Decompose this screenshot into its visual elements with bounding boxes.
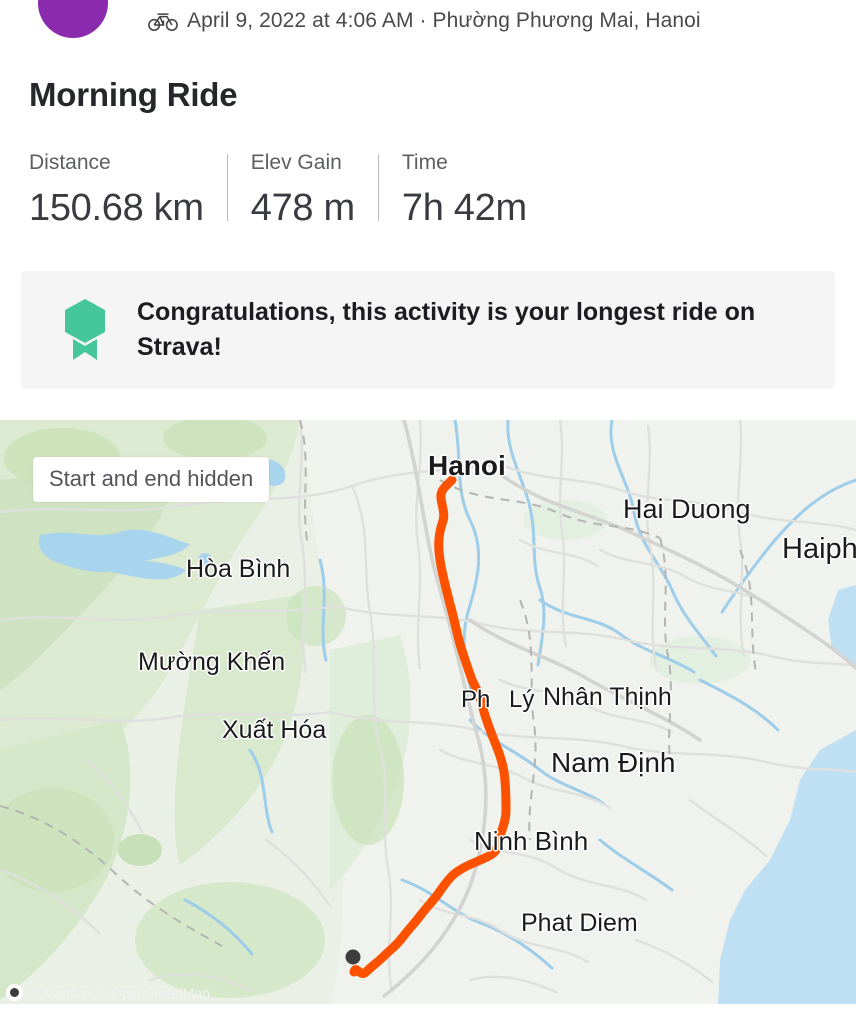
stat-distance: Distance 150.68 km [29, 152, 204, 227]
achievement-banner[interactable]: Congratulations, this activity is your l… [21, 271, 835, 389]
privacy-pill: Start and end hidden [33, 457, 270, 502]
map-label: Phat Diem [521, 909, 638, 937]
page-title[interactable]: Morning Ride [29, 76, 238, 114]
activity-header: M April 9, 2022 at 4:06 AM · Phường Phươ… [0, 0, 856, 46]
stat-label: Time [401, 151, 448, 174]
activity-meta: April 9, 2022 at 4:06 AM · Phường Phương… [148, 6, 701, 36]
stat-value: 150.68 km [29, 187, 204, 229]
map-label: Haiph [782, 533, 856, 565]
stat-divider [377, 154, 379, 221]
bicycle-icon [148, 13, 178, 32]
activity-map[interactable]: Hanoi Hai Duong Haiph Hòa Bình Mường Khế… [0, 420, 856, 1004]
map-label: Mường Khến [138, 648, 286, 676]
stat-divider [226, 154, 228, 221]
map-label: Ninh Bình [474, 826, 589, 856]
stat-value: 478 m [250, 187, 355, 229]
map-info-icon[interactable] [6, 984, 23, 1001]
stat-label: Elev Gain [250, 151, 342, 174]
stat-label: Distance [29, 151, 111, 174]
strava-activity-card: M April 9, 2022 at 4:06 AM · Phường Phươ… [0, 0, 856, 1024]
attribution-text[interactable]: © Mapbox © OpenStreetMap [29, 985, 210, 1001]
map-label: Ph [461, 686, 491, 713]
map-label: Hòa Bình [186, 555, 291, 583]
map-label: Nhân Thịnh [543, 683, 672, 711]
route-end-marker [345, 949, 361, 965]
activity-meta-text: April 9, 2022 at 4:06 AM · Phường Phương… [187, 9, 701, 32]
map-label: Hanoi [428, 450, 506, 481]
stats-row: Distance 150.68 km Elev Gain 478 m Time … [29, 152, 527, 227]
stat-time: Time 7h 42m [402, 152, 527, 227]
achievement-text: Congratulations, this activity is your l… [137, 297, 756, 362]
stat-elev-gain: Elev Gain 478 m [251, 152, 355, 227]
map-label: Nam Định [551, 747, 676, 778]
map-label: Xuất Hóa [222, 716, 327, 744]
stat-value: 7h 42m [401, 187, 527, 229]
map-label: Hai Duong [623, 494, 751, 524]
achievement-badge-icon [65, 299, 105, 360]
avatar[interactable]: M [38, 0, 108, 38]
map-label: Lý [509, 686, 535, 713]
map-attribution[interactable]: © Mapbox © OpenStreetMap [6, 984, 210, 1001]
